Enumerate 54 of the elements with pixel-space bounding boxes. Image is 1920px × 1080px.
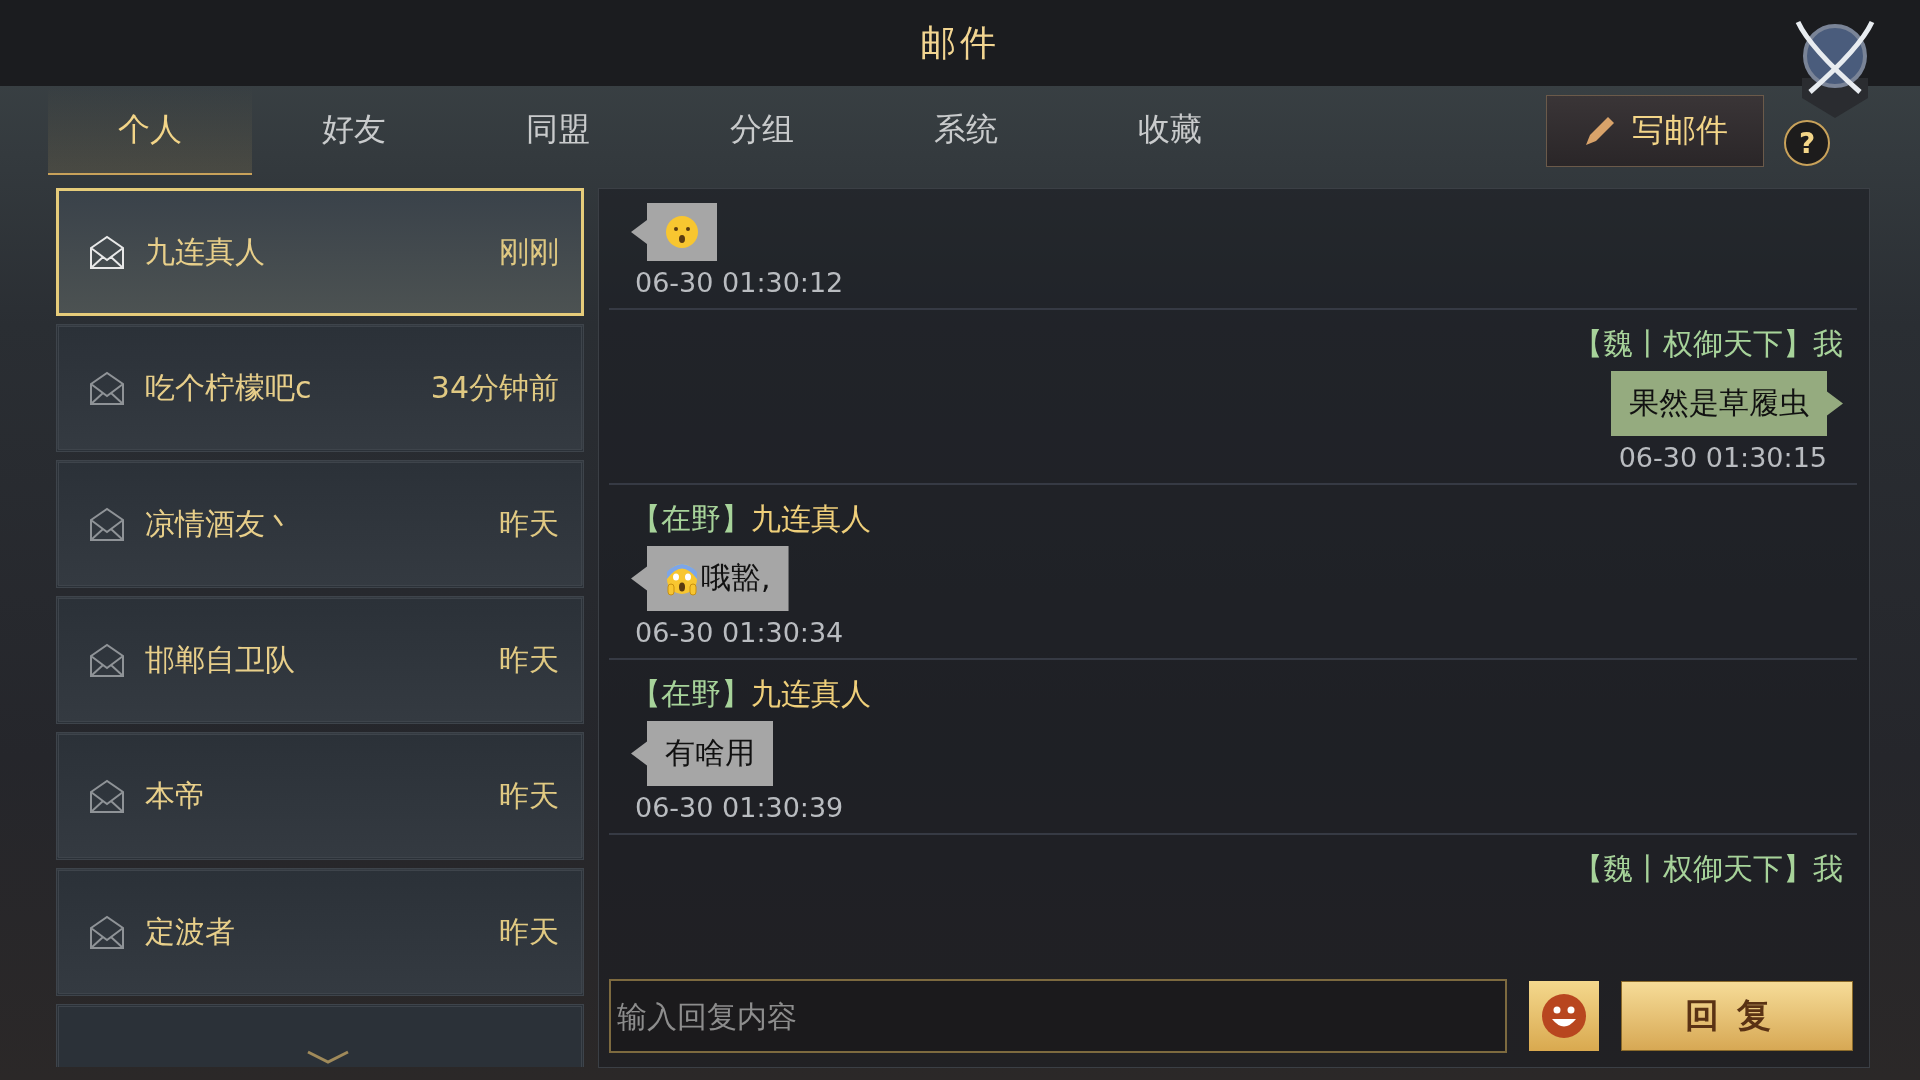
sender-name: 九连真人 <box>145 232 266 271</box>
mail-time: 刚刚 <box>499 232 559 271</box>
sender-name: 本帝 <box>145 776 206 815</box>
help-button[interactable]: ? <box>1784 120 1830 166</box>
surprised-face-icon <box>665 215 699 249</box>
sender-name: 定波者 <box>145 912 236 951</box>
chevron-down-icon <box>306 1050 350 1064</box>
mail-time: 昨天 <box>499 640 559 679</box>
message-time: 06-30 01:30:39 <box>635 792 844 823</box>
envelope-icon <box>89 234 125 270</box>
envelope-icon <box>89 506 125 542</box>
sender-name: 吃个柠檬吧c <box>145 368 313 407</box>
screaming-face-icon <box>665 561 699 596</box>
sender-tag: 【在野】 <box>631 674 751 715</box>
mail-card[interactable]: 邯郸自卫队 昨天 <box>56 596 584 724</box>
emoji-button[interactable] <box>1529 981 1599 1051</box>
sender-name: 九连真人 <box>751 500 871 538</box>
mail-card[interactable]: 定波者 昨天 <box>56 868 584 996</box>
mail-card[interactable]: 凉情酒友丶 昨天 <box>56 460 584 588</box>
sender-tag: 【魏丨权御天下】 <box>1573 324 1813 365</box>
mail-time: 34分钟前 <box>430 368 559 407</box>
sender-name: 我 <box>1813 850 1843 888</box>
reply-input-field[interactable]: 输入回复内容 <box>609 979 1507 1053</box>
mail-time: 昨天 <box>499 776 559 815</box>
envelope-icon <box>89 370 125 406</box>
message-time: 06-30 01:30:12 <box>635 267 844 298</box>
tab[interactable]: 分组 <box>660 87 864 175</box>
sender-name: 邯郸自卫队 <box>145 640 296 679</box>
message-bubble: 有啥用 <box>631 721 773 786</box>
sender-name: 凉情酒友丶 <box>145 504 296 543</box>
tab[interactable]: 系统 <box>864 87 1068 175</box>
mail-card[interactable]: 九连真人 刚刚 <box>56 188 584 316</box>
compose-button[interactable]: 写邮件 <box>1546 95 1764 167</box>
window-title: 邮件 <box>920 20 1000 65</box>
sender-name: 九连真人 <box>751 675 871 713</box>
envelope-icon <box>89 914 125 950</box>
tab[interactable]: 收藏 <box>1068 87 1272 175</box>
mail-card[interactable]: 本帝 昨天 <box>56 732 584 860</box>
envelope-icon <box>89 778 125 814</box>
tab[interactable]: 好友 <box>252 87 456 175</box>
message-bubble: 哦豁, <box>631 546 789 611</box>
tab[interactable]: 同盟 <box>456 87 660 175</box>
smiley-icon <box>1540 992 1588 1040</box>
reply-button[interactable]: 回复 <box>1621 981 1853 1051</box>
mail-time: 昨天 <box>499 912 559 951</box>
sender-name: 我 <box>1813 325 1843 363</box>
sender-tag: 【魏丨权御天下】 <box>1573 849 1813 890</box>
message-time: 06-30 01:30:34 <box>635 617 844 648</box>
message-bubble: 果然是草履虫 <box>1611 371 1843 436</box>
mail-card[interactable]: 吃个柠檬吧c 34分钟前 <box>56 324 584 452</box>
sender-tag: 【在野】 <box>631 499 751 540</box>
envelope-icon <box>89 642 125 678</box>
mail-time: 昨天 <box>499 504 559 543</box>
message-time: 06-30 01:30:15 <box>1618 442 1827 473</box>
